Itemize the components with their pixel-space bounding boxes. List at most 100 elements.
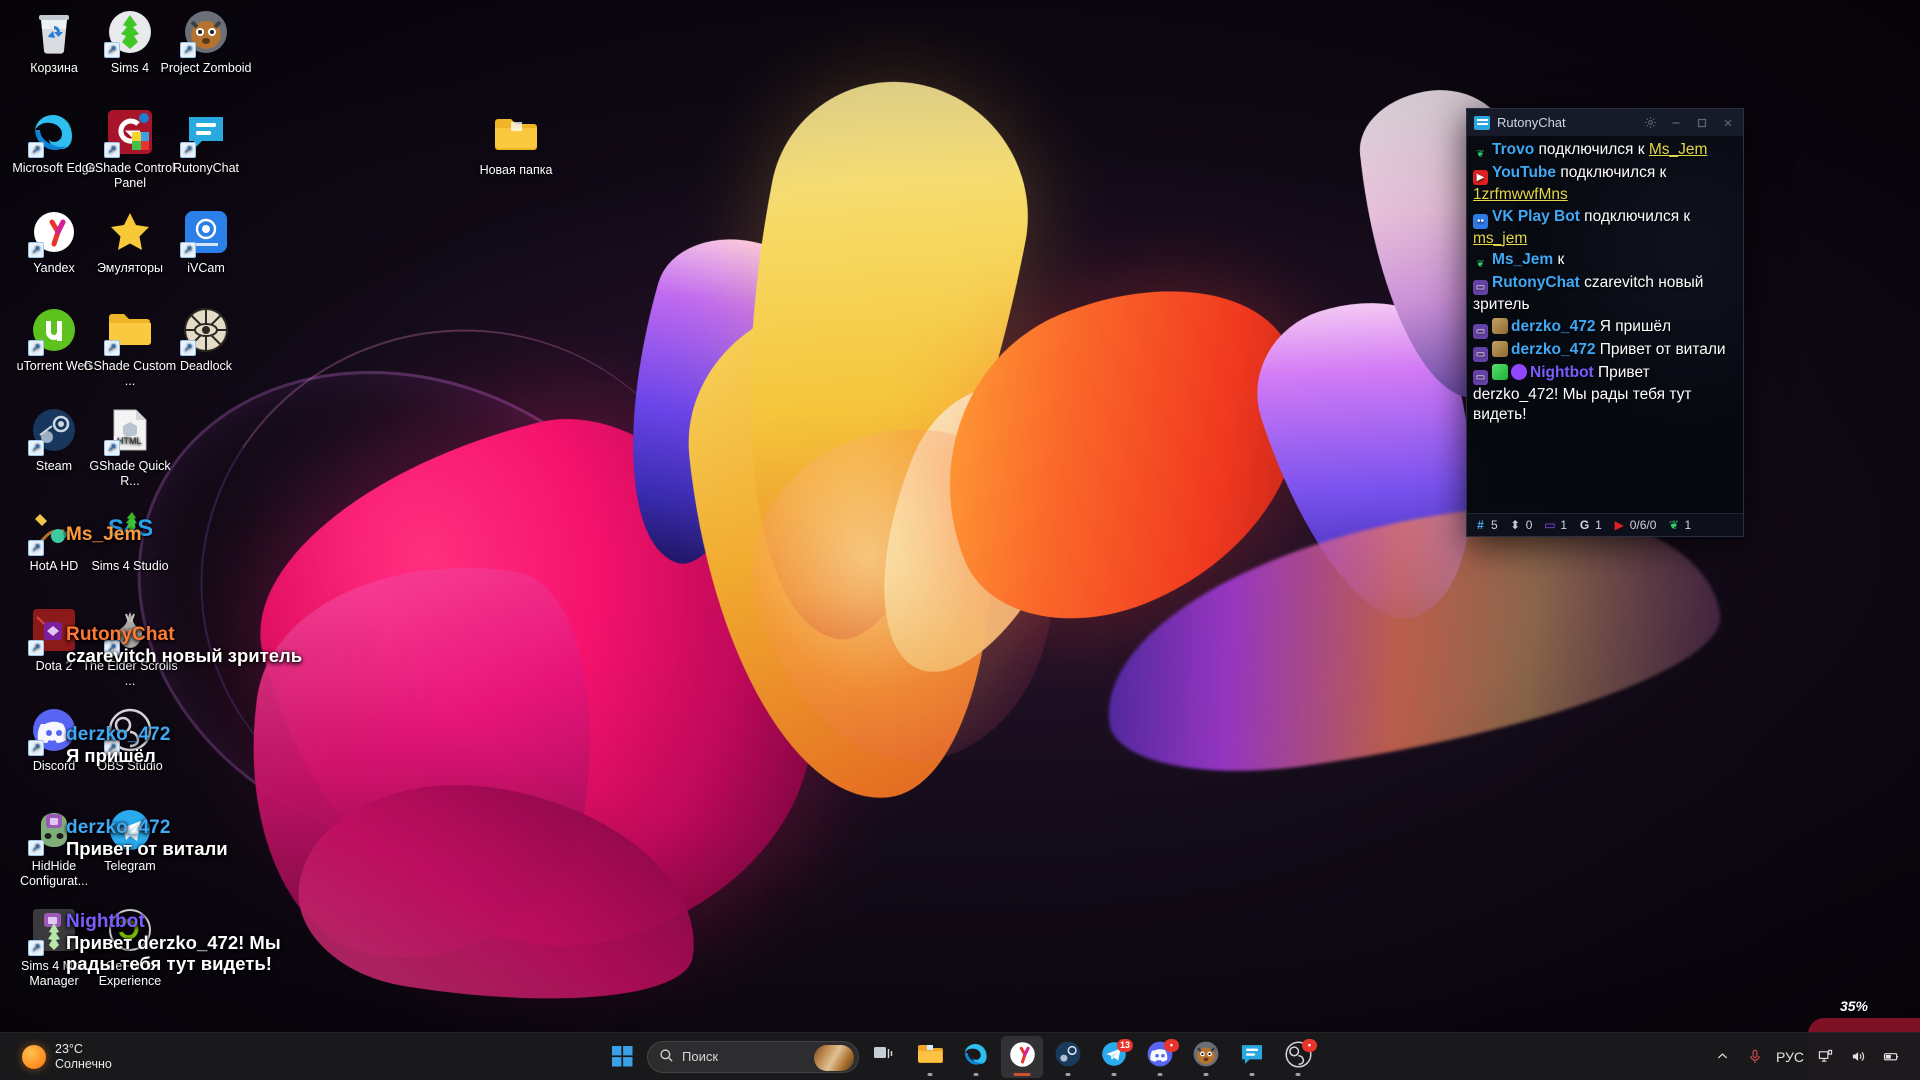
sims4-mod-manager-icon: [30, 906, 78, 954]
taskbar-file-explorer[interactable]: [909, 1036, 951, 1078]
status-google: G1: [1577, 518, 1602, 533]
youtube-icon: ▶: [1612, 518, 1627, 533]
close-icon[interactable]: [1715, 111, 1741, 135]
desktop-icon-telegram[interactable]: Telegram: [82, 806, 178, 874]
discord-icon: [30, 706, 78, 754]
hash-icon: #: [1473, 518, 1488, 533]
chat-username[interactable]: Trovo: [1492, 141, 1534, 158]
network-icon[interactable]: [1810, 1040, 1840, 1074]
taskbar-microsoft-edge[interactable]: [955, 1036, 997, 1078]
search-input[interactable]: Поиск: [647, 1041, 859, 1073]
desktop-icon-label: Telegram: [82, 859, 178, 874]
twitch-icon: ▭: [1542, 518, 1557, 533]
status-value: 5: [1491, 518, 1498, 532]
start-button[interactable]: [601, 1036, 643, 1078]
weather-condition: Солнечно: [55, 1057, 112, 1072]
desktop-icon-rutonychat[interactable]: RutonyChat: [158, 108, 254, 176]
rutonychat-icon: [1474, 116, 1490, 130]
chat-username[interactable]: Ms_Jem: [1492, 251, 1553, 268]
search-placeholder: Поиск: [682, 1049, 718, 1064]
trovo-icon: ❦: [1666, 518, 1681, 533]
sims4-icon: [106, 8, 154, 56]
desktop-icon-label: The Elder Scrolls ...: [82, 659, 178, 688]
battery-icon[interactable]: [1876, 1040, 1906, 1074]
star-folder-icon: [106, 208, 154, 256]
folder-icon: [492, 110, 540, 158]
shortcut-arrow-icon: [104, 440, 120, 456]
running-indicator: [1204, 1073, 1209, 1076]
notification-badge: •: [1302, 1039, 1317, 1052]
rutonychat-icon: [1239, 1041, 1265, 1072]
twitch-icon: ▭: [1473, 347, 1488, 362]
desktop-icon-html-file[interactable]: HTMLGShade Quick R...: [82, 406, 178, 488]
desktop-icon-ivcam[interactable]: iVCam: [158, 208, 254, 276]
taskbar-steam[interactable]: [1047, 1036, 1089, 1078]
twitch-icon: ▭: [1473, 280, 1488, 295]
twitch-icon: ▭: [1473, 370, 1488, 385]
chat-link[interactable]: Ms_Jem: [1649, 141, 1708, 158]
language-indicator[interactable]: РУС: [1773, 1040, 1807, 1074]
chat-message: ▭derzko_472 Привет от витали: [1473, 340, 1737, 362]
recycle-bin-icon: [30, 8, 78, 56]
taskbar-task-view-button[interactable]: [863, 1036, 905, 1078]
project-zomboid-icon: [1193, 1041, 1219, 1072]
chat-username[interactable]: RutonyChat: [1492, 274, 1580, 291]
chat-link[interactable]: ms_jem: [1473, 230, 1527, 247]
pickaxe-badge-icon: [1492, 341, 1508, 357]
search-avatar-thumbnail: [814, 1045, 854, 1071]
taskbar-rutonychat[interactable]: [1231, 1036, 1273, 1078]
taskbar-weather-widget[interactable]: 23°C Солнечно: [0, 1042, 300, 1072]
chat-message: ••VK Play Bot подключился к ms_jem: [1473, 207, 1737, 250]
microphone-muted-icon[interactable]: [1740, 1040, 1770, 1074]
desktop-icon-label: OBS Studio: [82, 759, 178, 774]
volume-icon[interactable]: [1843, 1040, 1873, 1074]
taskbar-telegram[interactable]: 13: [1093, 1036, 1135, 1078]
chat-text: подключился к: [1584, 208, 1690, 225]
sun-icon: [22, 1045, 46, 1069]
desktop-icon-elder-scrolls[interactable]: The Elder Scrolls ...: [82, 606, 178, 688]
steam-icon: [30, 406, 78, 454]
chat-username[interactable]: derzko_472: [1511, 341, 1595, 358]
taskbar-discord[interactable]: •: [1139, 1036, 1181, 1078]
rutonychat-window[interactable]: RutonyChat ❦Trovo подключился к Ms_Jem▶Y…: [1466, 108, 1744, 537]
shortcut-arrow-icon: [104, 340, 120, 356]
taskbar-center-group: Поиск 13••: [601, 1033, 1319, 1080]
rutonychat-message-list[interactable]: ❦Trovo подключился к Ms_Jem▶YouTube подк…: [1467, 136, 1743, 513]
maximize-icon[interactable]: [1689, 111, 1715, 135]
edge-icon: [963, 1041, 989, 1072]
chat-username[interactable]: Nightbot: [1530, 364, 1594, 381]
shortcut-arrow-icon: [28, 840, 44, 856]
taskbar-app-buttons: 13••: [863, 1036, 1319, 1078]
hota-icon: [30, 506, 78, 554]
desktop-icon-label: Новая папка: [468, 163, 564, 178]
desktop-icon-obs[interactable]: OBS Studio: [82, 706, 178, 774]
chat-username[interactable]: derzko_472: [1511, 318, 1595, 335]
taskbar[interactable]: 23°C Солнечно Поиск 13••: [0, 1032, 1920, 1080]
chat-username[interactable]: VK Play Bot: [1492, 208, 1580, 225]
status-value: 0/6/0: [1630, 518, 1657, 532]
desktop-icon-new-folder[interactable]: Новая папка: [468, 110, 564, 178]
chat-link[interactable]: 1zrfmwwfMns: [1473, 186, 1568, 203]
gear-icon[interactable]: [1637, 111, 1663, 135]
minimize-icon[interactable]: [1663, 111, 1689, 135]
desktop-icon-project-zomboid[interactable]: Project Zomboid: [158, 8, 254, 76]
taskbar-obs-studio[interactable]: •: [1277, 1036, 1319, 1078]
shortcut-arrow-icon: [104, 640, 120, 656]
desktop-icon-geforce[interactable]: GeForce Experience: [82, 906, 178, 988]
rutonychat-title-bar[interactable]: RutonyChat: [1467, 109, 1743, 136]
chat-text: подключился к: [1560, 164, 1666, 181]
shortcut-arrow-icon: [28, 340, 44, 356]
shortcut-arrow-icon: [180, 42, 196, 58]
updown-icon: ⬍: [1508, 518, 1523, 533]
taskbar-yandex-browser[interactable]: [1001, 1036, 1043, 1078]
desktop-icon-sims4studio[interactable]: S4SSims 4 Studio: [82, 506, 178, 574]
desktop-icon-deadlock[interactable]: Deadlock: [158, 306, 254, 374]
geforce-icon: [106, 906, 154, 954]
shortcut-arrow-icon: [28, 242, 44, 258]
status-youtube: ▶0/6/0: [1612, 518, 1657, 533]
chat-username[interactable]: YouTube: [1492, 164, 1556, 181]
chevron-up-icon[interactable]: [1707, 1040, 1737, 1074]
status-twitch: ▭1: [1542, 518, 1567, 533]
shortcut-arrow-icon: [180, 242, 196, 258]
taskbar-project-zomboid[interactable]: [1185, 1036, 1227, 1078]
